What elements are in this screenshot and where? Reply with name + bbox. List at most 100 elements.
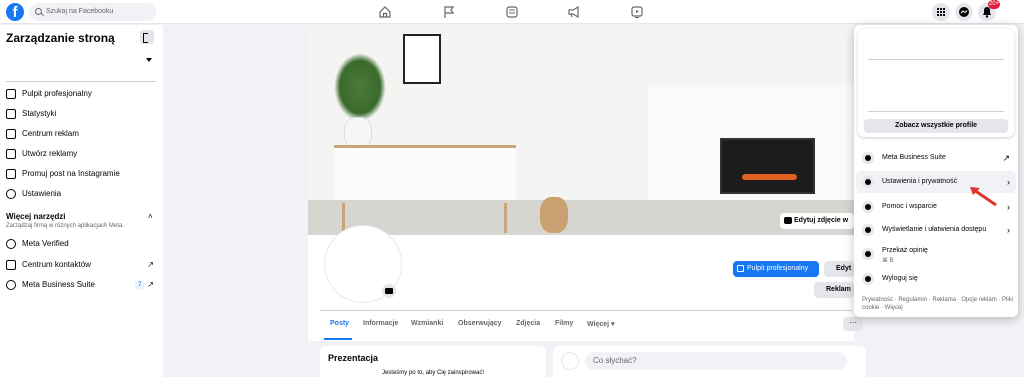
video-icon[interactable] [630,5,644,19]
facebook-logo[interactable]: f [6,3,24,21]
sidebar-item-promote-instagram[interactable]: Promuj post na Instagramie [6,165,158,183]
megaphone-icon [6,129,16,139]
intro-title: Prezentacja [328,353,379,363]
professional-dashboard-button[interactable]: Pulpit profesjonalny [733,261,819,277]
menu-footer-links[interactable]: Prywatność · Regulamin · Reklama · Opcje… [862,296,1014,312]
divider [6,81,156,82]
sidebar-item-contacts-center[interactable]: Centrum kontaktów ↗ [6,256,158,274]
wall-picture [403,34,441,84]
messenger-icon [959,7,969,17]
create-post-card: Co słychać? [553,346,866,377]
tab-followers[interactable]: Obserwujący [458,320,502,327]
sidebar-item-meta-business-suite[interactable]: Meta Business Suite 7 ↗ [6,276,158,294]
profile-card: Zobacz wszystkie profile [858,29,1014,137]
menu-item-give-feedback[interactable]: Przekaż opinię ⌘ B [856,243,1016,269]
collapse-sidebar-button[interactable] [140,30,154,44]
chevron-up-icon[interactable]: ˄ [148,212,153,221]
home-icon[interactable] [378,5,392,19]
feedback-icon [862,248,874,260]
basket [540,197,568,233]
camera-icon[interactable] [382,284,396,298]
chevron-right-icon: › [1007,225,1010,235]
tab-photos[interactable]: Zdjęcia [516,320,540,327]
sidebar-item-label: Meta Business Suite [22,280,95,289]
business-suite-icon [6,280,16,290]
account-menu: Zobacz wszystkie profile Meta Business S… [854,25,1018,317]
external-link-icon: ↗ [147,280,154,289]
business-suite-icon [862,152,874,164]
sidebar-title: Zarządzanie stroną [6,31,115,45]
divider [320,310,852,311]
flag-icon[interactable] [442,5,456,19]
intro-card: Prezentacja Jesteśmy po to, aby Cię zain… [320,346,546,377]
external-link-icon: ↗ [1002,153,1010,163]
count-badge: 7 [135,281,144,290]
sidebar-item-label: Utwórz reklamy [22,149,78,158]
more-tools-subtitle: Zarządzaj firmą w różnych aplikacjach Me… [6,223,125,229]
search-input[interactable]: Szukaj na Facebooku [29,3,156,21]
sidebar-item-label: Ustawienia [22,189,62,198]
instagram-icon [6,169,16,179]
top-navigation-bar: f Szukaj na Facebooku 20+ [0,0,1024,24]
page-switcher-dropdown[interactable] [146,58,152,62]
help-icon [862,201,874,213]
tab-more[interactable]: Więcej ▾ [587,320,615,328]
edit-cover-photo-button[interactable]: Edytuj zdjęcie w [780,213,854,229]
gear-icon [862,176,874,188]
search-icon [35,8,42,15]
sidebar-item-professional-dashboard[interactable]: Pulpit profesjonalny [6,85,158,103]
sidebar-item-meta-verified[interactable]: Meta Verified [6,235,158,253]
sidebar-item-label: Centrum kontaktów [22,260,91,269]
tab-posts[interactable]: Posty [330,320,349,327]
cover-photo: Edytuj zdjęcie w [308,25,854,235]
tab-about[interactable]: Informacje [363,320,398,327]
more-tools-heading: Więcej narzędzi [6,212,66,221]
stats-icon [6,109,16,119]
megaphone-icon[interactable] [567,5,581,19]
advertise-button[interactable]: Reklam [814,282,854,298]
active-tab-indicator [324,338,352,340]
see-all-profiles-button[interactable]: Zobacz wszystkie profile [864,119,1008,133]
pencil-icon [6,149,16,159]
marketplace-icon[interactable] [505,5,519,19]
verified-icon [6,239,16,249]
more-options-button[interactable]: ··· [843,317,863,331]
menu-item-meta-business-suite[interactable]: Meta Business Suite ↗ [856,147,1016,169]
sidebar-item-label: Pulpit profesjonalny [22,89,92,98]
annotation-arrow-icon [970,187,997,207]
page-management-sidebar: Zarządzanie stroną Pulpit profesjonalny … [0,25,163,377]
contacts-icon [6,260,16,270]
chevron-right-icon: › [1007,177,1010,187]
divider [868,111,1004,112]
create-post-input[interactable]: Co słychać? [585,352,847,370]
sidebar-item-create-ads[interactable]: Utwórz reklamy [6,145,158,163]
grid-icon [937,8,945,16]
search-placeholder: Szukaj na Facebooku [46,8,114,15]
edit-page-button[interactable]: Edyt [824,261,854,277]
menu-item-display-accessibility[interactable]: Wyświetlanie i ułatwienia dostępu › [856,219,1016,241]
sidebar-item-settings[interactable]: Ustawienia [6,185,158,203]
notification-badge: 20+ [988,0,1000,9]
sidebar-item-label: Statystyki [22,109,57,118]
gear-icon [6,189,16,199]
messenger-button[interactable] [955,3,973,21]
dashboard-icon [6,89,16,99]
intro-text: Jesteśmy po to, aby Cię zainspirować! [381,370,485,376]
sideboard [334,145,516,233]
sidebar-item-statistics[interactable]: Statystyki [6,105,158,123]
shortcut-hint: ⌘ B [882,258,894,264]
chevron-right-icon: › [1007,202,1010,212]
sidebar-item-label: Promuj post na Instagramie [22,169,120,178]
divider [868,59,1004,60]
apps-menu-button[interactable] [932,3,950,21]
sidebar-item-label: Meta Verified [22,239,69,248]
plant [334,53,386,121]
tab-mentions[interactable]: Wzmianki [411,320,443,327]
menu-item-log-out[interactable]: Wyloguj się [856,268,1016,290]
camera-icon [784,217,792,224]
moon-icon [862,224,874,236]
avatar [561,352,579,370]
tab-videos[interactable]: Filmy [555,320,573,327]
sidebar-item-ads-center[interactable]: Centrum reklam [6,125,158,143]
external-link-icon: ↗ [147,260,154,269]
